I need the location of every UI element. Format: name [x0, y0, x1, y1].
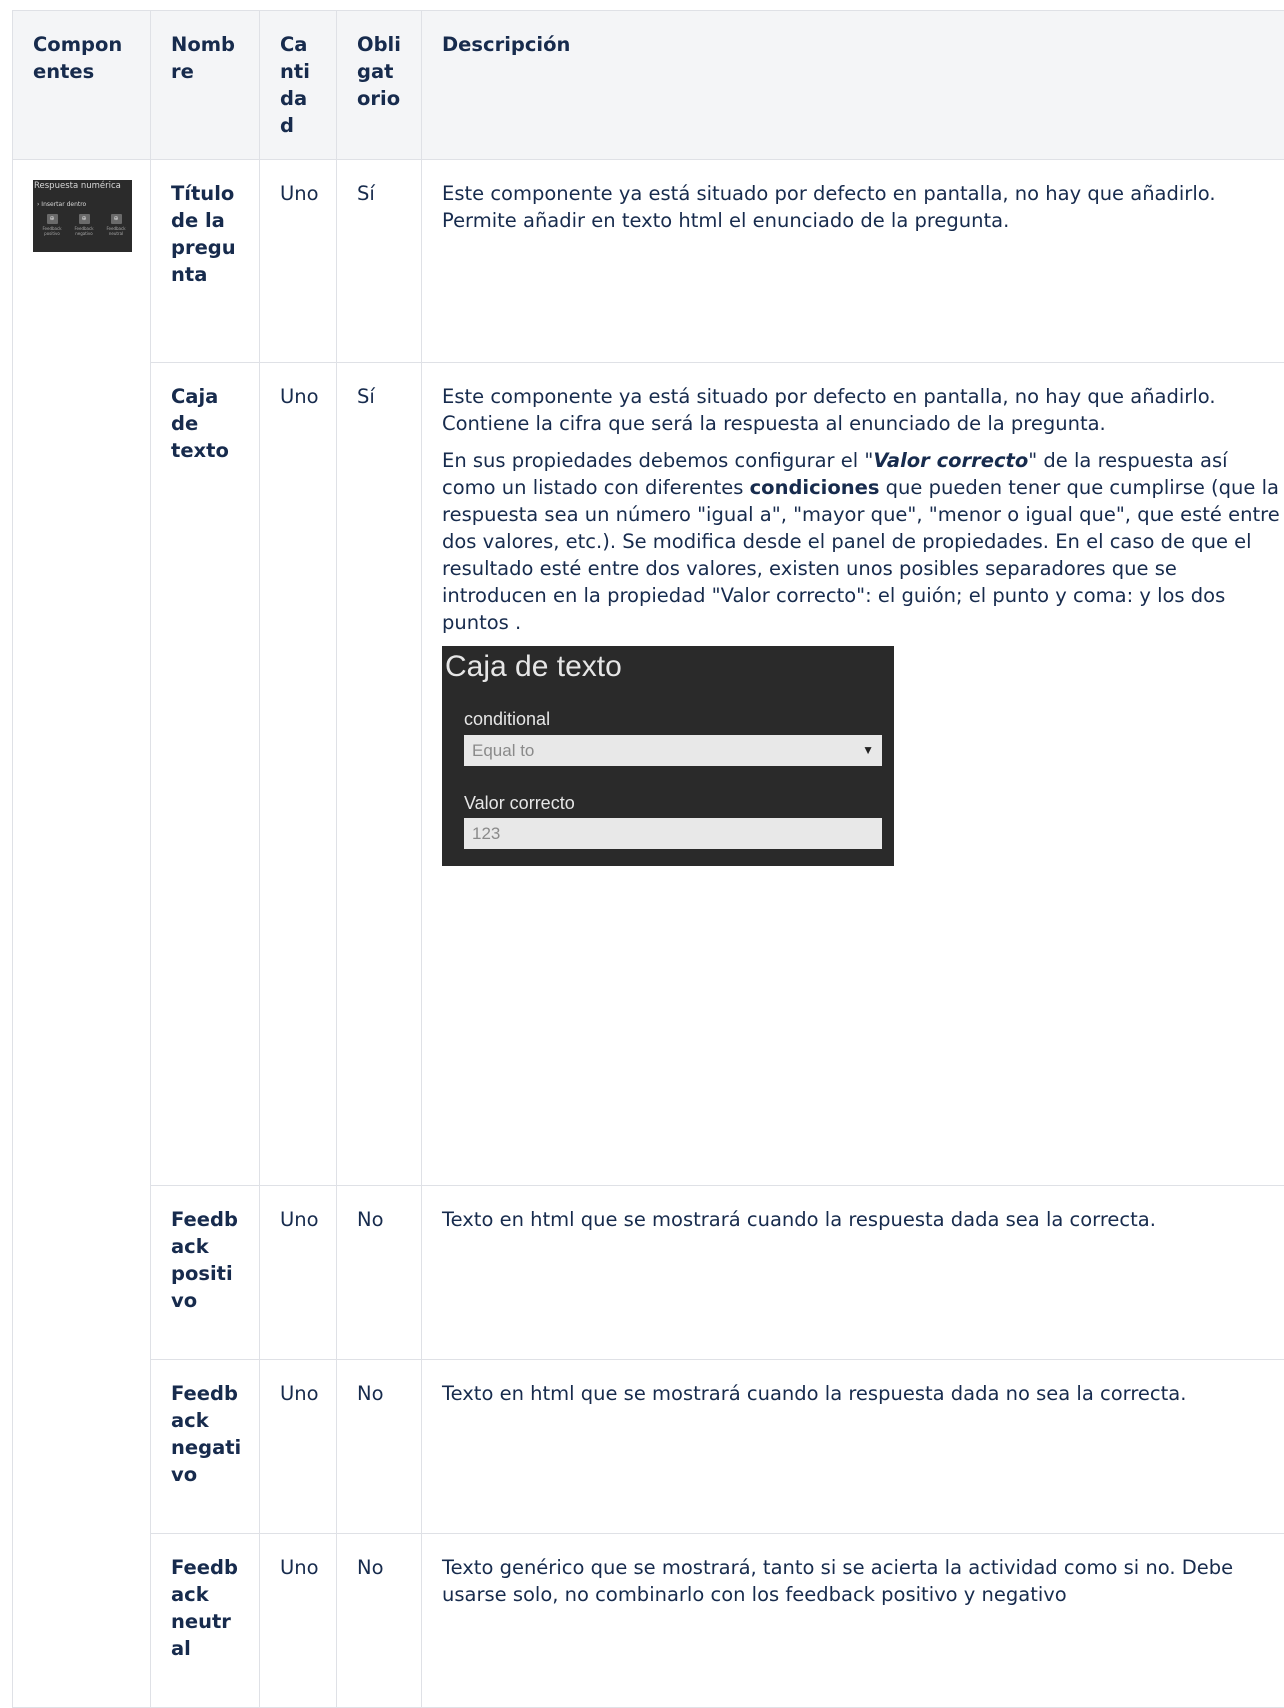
row-nombre: Feedback negativo [151, 1360, 260, 1534]
valor-correcto-input: 123 [464, 818, 882, 849]
zoom-icon: ⊕ [47, 214, 58, 224]
thumbnail-button: ⊕Feedback negativo [71, 214, 97, 236]
row-obligatorio: Sí [337, 363, 422, 1186]
table-row: Feedback negativo Uno No Texto en html q… [13, 1360, 1284, 1534]
description-paragraph: En sus propiedades debemos configurar el… [442, 447, 1284, 636]
row-obligatorio: No [337, 1186, 422, 1360]
row-obligatorio: No [337, 1360, 422, 1534]
header-componentes: Componentes [13, 11, 151, 160]
component-thumbnail-cell: Respuesta numérica › Insertar dentro ⊕Fe… [13, 160, 151, 1708]
zoom-icon: ⊕ [79, 214, 90, 224]
thumbnail-title: Respuesta numérica [34, 182, 121, 191]
description-paragraph: Este componente ya está situado por defe… [442, 383, 1284, 437]
row-nombre: Feedback neutral [151, 1534, 260, 1708]
table-row: Feedback positivo Uno No Texto en html q… [13, 1186, 1284, 1360]
row-obligatorio: No [337, 1534, 422, 1708]
table-row: Caja de texto Uno Sí Este componente ya … [13, 363, 1284, 1186]
row-obligatorio: Sí [337, 160, 422, 363]
thumbnail-button: ⊕Feedback positivo [39, 214, 65, 236]
row-descripcion: Texto en html que se mostrará cuando la … [422, 1360, 1284, 1534]
valor-correcto-label: Valor correcto [464, 790, 575, 817]
row-nombre: Título de la pregunta [151, 160, 260, 363]
row-cantidad: Uno [260, 1534, 337, 1708]
thumbnail-buttons: ⊕Feedback positivo ⊕Feedback negativo ⊕F… [39, 214, 129, 236]
dropdown-arrow-icon: ▼ [862, 735, 874, 766]
properties-panel-screenshot: Caja de texto conditional Equal to ▼ Val… [442, 646, 894, 866]
table-row: Feedback neutral Uno No Texto genérico q… [13, 1534, 1284, 1708]
component-thumbnail: Respuesta numérica › Insertar dentro ⊕Fe… [33, 180, 132, 252]
row-cantidad: Uno [260, 160, 337, 363]
row-nombre: Caja de texto [151, 363, 260, 1186]
header-obligatorio: Obligatorio [337, 11, 422, 160]
row-descripcion: Texto genérico que se mostrará, tanto si… [422, 1534, 1284, 1708]
zoom-icon: ⊕ [111, 214, 122, 224]
panel-title: Caja de texto [445, 648, 622, 686]
row-descripcion: Este componente ya está situado por defe… [422, 160, 1284, 363]
row-nombre: Feedback positivo [151, 1186, 260, 1360]
components-table: Componentes Nombre Cantidad Obligatorio … [12, 10, 1284, 1708]
row-cantidad: Uno [260, 363, 337, 1186]
header-descripcion: Descripción [422, 11, 1284, 160]
header-cantidad: Cantidad [260, 11, 337, 160]
conditional-label: conditional [464, 706, 550, 733]
conditional-select: Equal to ▼ [464, 735, 882, 766]
row-descripcion: Texto en html que se mostrará cuando la … [422, 1186, 1284, 1360]
table-row: Respuesta numérica › Insertar dentro ⊕Fe… [13, 160, 1284, 363]
row-cantidad: Uno [260, 1360, 337, 1534]
table-header-row: Componentes Nombre Cantidad Obligatorio … [13, 11, 1284, 160]
row-descripcion: Este componente ya está situado por defe… [422, 363, 1284, 1186]
thumbnail-button: ⊕Feedback neutral [103, 214, 129, 236]
header-nombre: Nombre [151, 11, 260, 160]
thumbnail-subtitle: › Insertar dentro [37, 200, 86, 209]
row-cantidad: Uno [260, 1186, 337, 1360]
